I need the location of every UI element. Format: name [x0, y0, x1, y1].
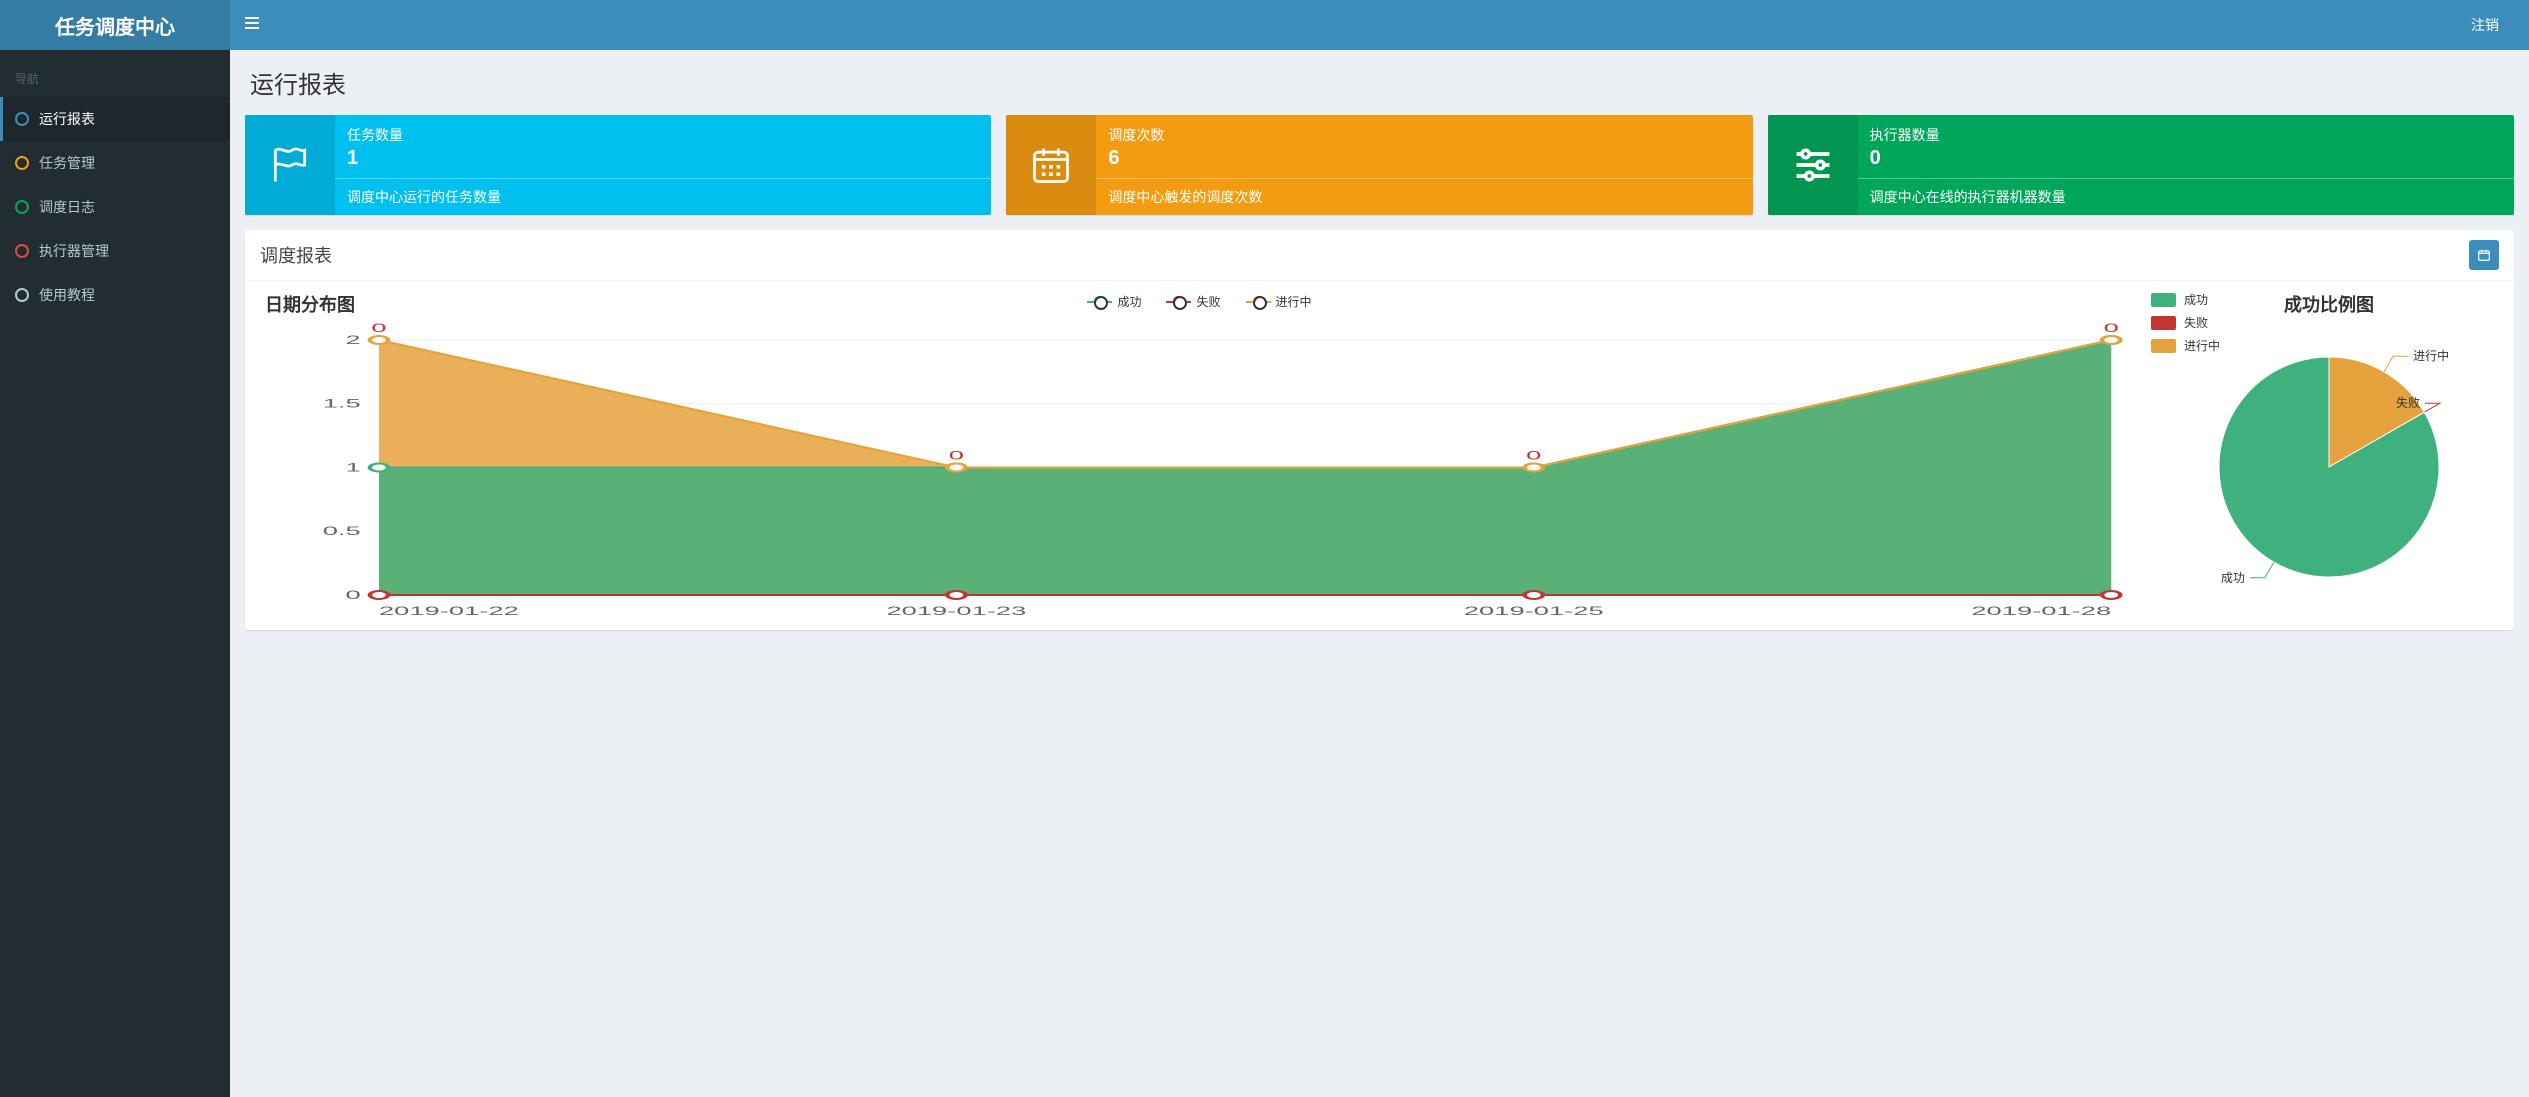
- info-boxes: 任务数量 1 调度中心运行的任务数量 调度次数 6 调度中心触发的调度次数: [245, 115, 2514, 215]
- circle-icon: [15, 288, 29, 302]
- circle-icon: [15, 244, 29, 258]
- sidebar-item-label: 调度日志: [39, 197, 95, 217]
- svg-text:1.5: 1.5: [323, 398, 361, 411]
- logout-link[interactable]: 注销: [2456, 5, 2514, 45]
- sidebar-item-0[interactable]: 运行报表: [0, 97, 230, 141]
- info-box-schedule: 调度次数 6 调度中心触发的调度次数: [1006, 115, 1752, 215]
- svg-text:0: 0: [2104, 322, 2119, 335]
- area-chart-legend: 成功 失败 进行中: [255, 293, 2144, 310]
- sidebar-title: 导航: [0, 60, 230, 97]
- info-value: 6: [1108, 147, 1740, 170]
- svg-text:成功: 成功: [2221, 571, 2245, 585]
- svg-text:2019-01-25: 2019-01-25: [1464, 605, 1604, 618]
- svg-text:0: 0: [346, 589, 361, 602]
- svg-text:2019-01-22: 2019-01-22: [379, 605, 519, 618]
- sidebar-item-label: 运行报表: [39, 109, 95, 129]
- svg-text:0.5: 0.5: [323, 525, 361, 538]
- sidebar-item-label: 任务管理: [39, 153, 95, 173]
- info-value: 1: [347, 147, 979, 170]
- calendar-icon: [1006, 115, 1096, 215]
- svg-text:0: 0: [371, 322, 386, 335]
- app-logo: 任务调度中心: [0, 0, 230, 50]
- legend-item[interactable]: 失败: [1166, 293, 1220, 310]
- circle-icon: [15, 156, 29, 170]
- page-title: 运行报表: [250, 65, 2509, 100]
- sliders-icon: [1768, 115, 1858, 215]
- sidebar-item-3[interactable]: 执行器管理: [0, 229, 230, 273]
- pie-chart-svg: 进行中失败成功: [2154, 317, 2504, 617]
- svg-text:2: 2: [346, 334, 361, 347]
- flag-icon: [245, 115, 335, 215]
- content: 运行报表 任务数量 1 调度中心运行的任务数量: [230, 50, 2529, 1097]
- info-desc: 调度中心在线的执行器机器数量: [1858, 178, 2514, 215]
- legend-item[interactable]: 成功: [2151, 291, 2220, 308]
- sidebar-item-2[interactable]: 调度日志: [0, 185, 230, 229]
- sidebar: 导航 运行报表任务管理调度日志执行器管理使用教程: [0, 50, 230, 1097]
- pie-chart: 成功失败进行中 成功比例图 进行中失败成功: [2154, 291, 2504, 620]
- info-desc: 调度中心运行的任务数量: [335, 178, 991, 215]
- hamburger-icon[interactable]: [245, 16, 259, 35]
- chart-panel: 调度报表 日期分布图 成功失败进行中 00.511.5200002019-01-…: [245, 230, 2514, 630]
- info-desc: 调度中心触发的调度次数: [1096, 178, 1752, 215]
- svg-text:0: 0: [949, 449, 964, 462]
- panel-title: 调度报表: [260, 242, 332, 268]
- legend-item[interactable]: 进行中: [1246, 293, 1312, 310]
- info-box-executors: 执行器数量 0 调度中心在线的执行器机器数量: [1768, 115, 2514, 215]
- svg-text:1: 1: [346, 461, 361, 474]
- svg-text:进行中: 进行中: [2413, 348, 2449, 363]
- sidebar-item-4[interactable]: 使用教程: [0, 273, 230, 317]
- circle-icon: [15, 112, 29, 126]
- info-value: 0: [1870, 147, 2502, 170]
- sidebar-item-label: 执行器管理: [39, 241, 109, 261]
- info-label: 任务数量: [347, 125, 979, 145]
- date-picker-button[interactable]: [2469, 240, 2499, 270]
- area-chart-svg: 00.511.5200002019-01-222019-01-232019-01…: [265, 320, 2134, 620]
- header: 任务调度中心 注销: [0, 0, 2529, 50]
- svg-text:2019-01-23: 2019-01-23: [886, 605, 1026, 618]
- info-label: 执行器数量: [1870, 125, 2502, 145]
- svg-text:失败: 失败: [2396, 395, 2420, 410]
- svg-text:2019-01-28: 2019-01-28: [1971, 605, 2111, 618]
- sidebar-item-1[interactable]: 任务管理: [0, 141, 230, 185]
- area-chart: 日期分布图 成功失败进行中 00.511.5200002019-01-22201…: [255, 291, 2144, 620]
- info-box-tasks: 任务数量 1 调度中心运行的任务数量: [245, 115, 991, 215]
- info-label: 调度次数: [1108, 125, 1740, 145]
- legend-item[interactable]: 成功: [1087, 293, 1141, 310]
- header-bar: 注销: [230, 0, 2529, 50]
- svg-text:0: 0: [1526, 449, 1541, 462]
- circle-icon: [15, 200, 29, 214]
- sidebar-item-label: 使用教程: [39, 285, 95, 305]
